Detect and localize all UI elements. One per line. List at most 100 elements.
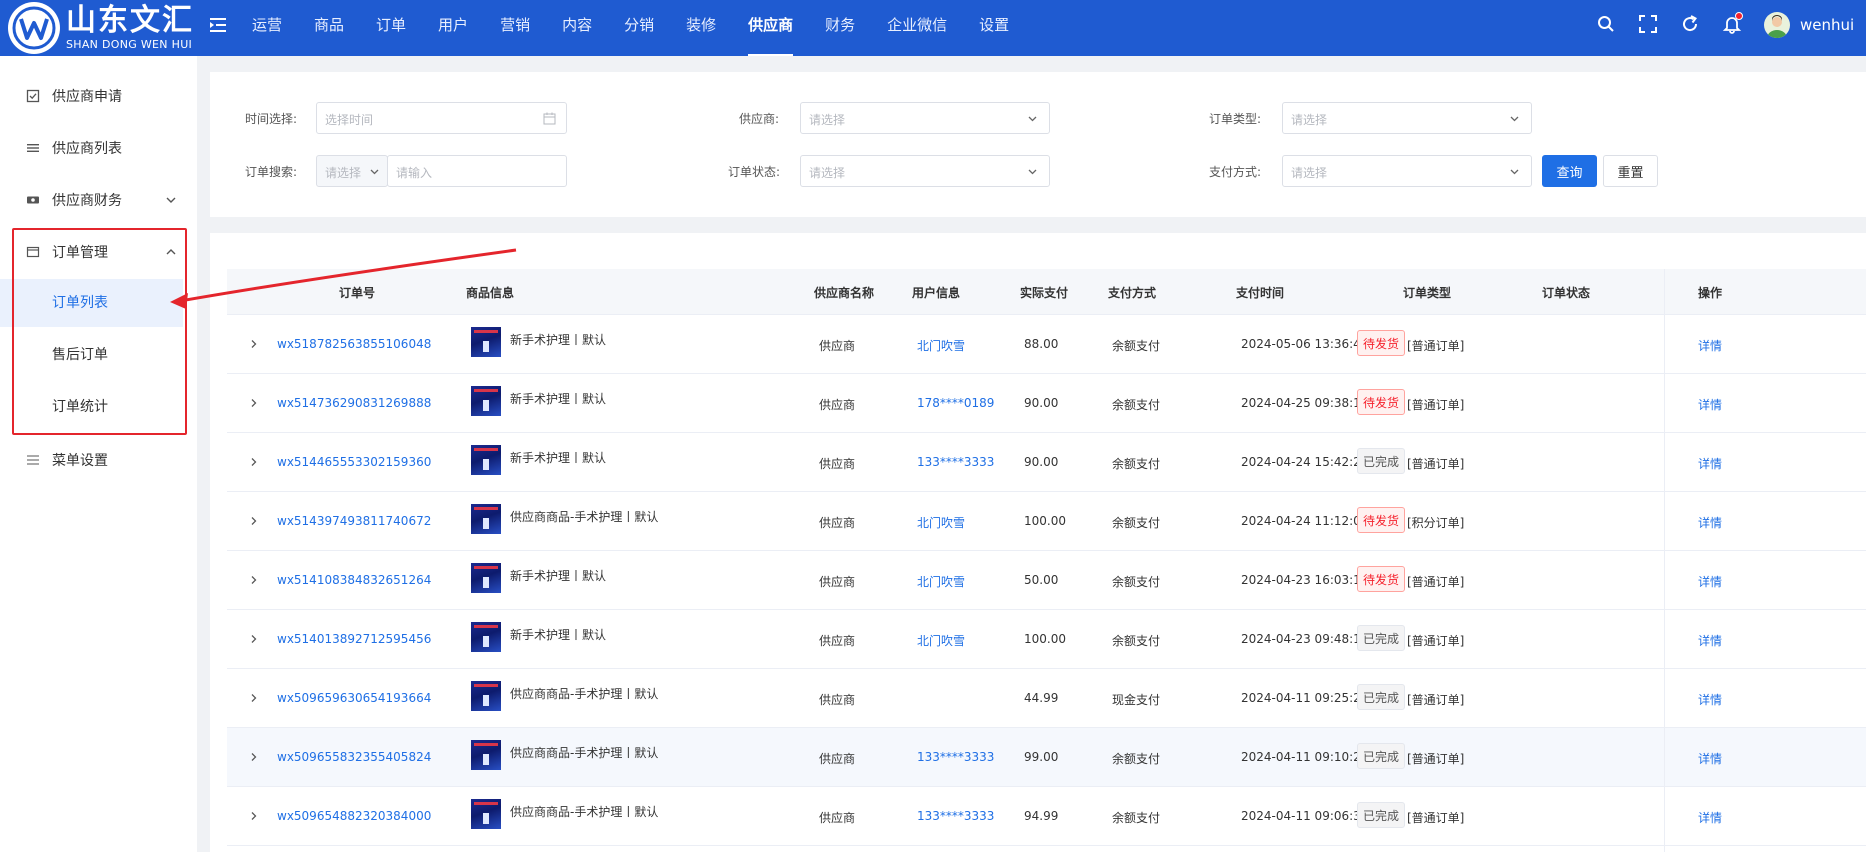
- order-number-link[interactable]: wx518782563855106048: [277, 337, 431, 351]
- user-info-link[interactable]: 北门吹雪: [917, 573, 965, 590]
- search-icon[interactable]: [1596, 14, 1616, 34]
- user-info-link[interactable]: 133****3333: [917, 750, 994, 764]
- col-operation: 操作: [1698, 286, 1723, 300]
- sidebar-item-supplier-apply[interactable]: 供应商申请: [0, 76, 197, 116]
- user-info-link[interactable]: 133****3333: [917, 809, 994, 823]
- topnav-item[interactable]: 商品: [298, 0, 360, 56]
- user-info-link[interactable]: 133****3333: [917, 455, 994, 469]
- topnav-item[interactable]: 供应商: [732, 0, 809, 56]
- table-row[interactable]: wx514465553302159360 新手术护理丨默认 供应商 133****33…: [227, 433, 1866, 492]
- expand-row-icon[interactable]: [249, 516, 259, 526]
- order-number-link[interactable]: wx514108384832651264: [277, 573, 431, 587]
- reset-button[interactable]: 重置: [1603, 155, 1658, 187]
- user-info-link[interactable]: 北门吹雪: [917, 337, 965, 354]
- table-row[interactable]: wx509655832355405824 供应商商品-手术护理丨默认 供应商 133*…: [227, 728, 1866, 787]
- order-type: [积分订单]: [1407, 516, 1465, 530]
- table-row[interactable]: wx514013892712595456 新手术护理丨默认 供应商 北门吹雪 100.0…: [227, 610, 1866, 669]
- expand-row-icon[interactable]: [249, 811, 259, 821]
- sidebar-sub-order-list[interactable]: 订单列表: [0, 279, 183, 327]
- search-field-select[interactable]: 请选择: [316, 155, 388, 187]
- notification-bell-icon[interactable]: [1722, 12, 1743, 34]
- order-type-select[interactable]: 请选择: [1282, 102, 1532, 134]
- order-status-select[interactable]: 请选择: [800, 155, 1050, 187]
- username[interactable]: wenhui: [1800, 16, 1854, 34]
- product-name: 新手术护理丨默认: [510, 333, 607, 347]
- topnav-item[interactable]: 装修: [670, 0, 732, 56]
- paid-amount: 44.99: [1024, 691, 1059, 705]
- order-number-link[interactable]: wx514397493811740672: [277, 514, 431, 528]
- sidebar-item-menu-settings[interactable]: 菜单设置: [0, 440, 197, 480]
- detail-link[interactable]: 详情: [1698, 632, 1722, 649]
- supplier-select[interactable]: 请选择: [800, 102, 1050, 134]
- supplier-name: 供应商: [819, 693, 856, 707]
- col-product: 商品信息: [466, 286, 515, 300]
- user-info-link[interactable]: 178****0189: [917, 396, 994, 410]
- topnav-item[interactable]: 订单: [360, 0, 422, 56]
- expand-row-icon[interactable]: [249, 398, 259, 408]
- user-info-link[interactable]: 北门吹雪: [917, 514, 965, 531]
- time-picker[interactable]: 选择时间: [316, 102, 567, 134]
- detail-link[interactable]: 详情: [1698, 691, 1722, 708]
- order-number-link[interactable]: wx509659630654193664: [277, 691, 431, 705]
- query-button[interactable]: 查询: [1542, 155, 1597, 187]
- supplier-name: 供应商: [819, 752, 856, 766]
- topnav-item[interactable]: 内容: [546, 0, 608, 56]
- topnav-item[interactable]: 财务: [809, 0, 871, 56]
- order-search-input[interactable]: 请输入: [387, 155, 567, 187]
- user-info-link[interactable]: 北门吹雪: [917, 632, 965, 649]
- topnav-item[interactable]: 运营: [236, 0, 298, 56]
- table-row[interactable]: wx518782563855106048 新手术护理丨默认 供应商 北门吹雪 88.00…: [227, 315, 1866, 374]
- brand-logo[interactable]: 山东文汇 SHAN DONG WEN HUI: [8, 2, 194, 54]
- order-type: [普通订单]: [1407, 457, 1465, 471]
- status-badge: 待发货: [1357, 507, 1405, 533]
- expand-row-icon[interactable]: [249, 575, 259, 585]
- topnav-item[interactable]: 营销: [484, 0, 546, 56]
- topnav-item[interactable]: 用户: [422, 0, 484, 56]
- table-row[interactable]: wx514736290831269888 新手术护理丨默认 供应商 178****01…: [227, 374, 1866, 433]
- pay-time: 2024-04-11 09:25:25: [1241, 691, 1369, 705]
- sidebar-item-supplier-finance[interactable]: 供应商财务: [0, 180, 197, 220]
- detail-link[interactable]: 详情: [1698, 396, 1722, 413]
- sidebar-sub-after-sales[interactable]: 售后订单: [0, 331, 183, 379]
- top-header: 山东文汇 SHAN DONG WEN HUI 运营 商品 订单 用户 营销 内容 分销 装修供…: [0, 0, 1866, 56]
- refresh-icon[interactable]: [1680, 14, 1700, 34]
- order-number-link[interactable]: wx514465553302159360: [277, 455, 431, 469]
- detail-link[interactable]: 详情: [1698, 455, 1722, 472]
- topnav-item[interactable]: 设置: [963, 0, 1025, 56]
- topnav-item[interactable]: 企业微信: [871, 0, 963, 56]
- status-badge: 已完成: [1357, 448, 1405, 474]
- order-number-link[interactable]: wx509655832355405824: [277, 750, 431, 764]
- chevron-down-icon: [370, 169, 379, 175]
- pay-method-filter-label: 支付方式:: [1209, 165, 1262, 179]
- sidebar-item-supplier-list[interactable]: 供应商列表: [0, 128, 197, 168]
- status-badge: 已完成: [1357, 743, 1405, 769]
- table-row[interactable]: wx509654882320384000 供应商商品-手术护理丨默认 供应商 133*…: [227, 787, 1866, 846]
- sidebar-item-order-management[interactable]: 订单管理: [0, 232, 197, 272]
- detail-link[interactable]: 详情: [1698, 573, 1722, 590]
- user-avatar[interactable]: [1764, 12, 1790, 38]
- detail-link[interactable]: 详情: [1698, 750, 1722, 767]
- expand-row-icon[interactable]: [249, 693, 259, 703]
- order-number-link[interactable]: wx514013892712595456: [277, 632, 431, 646]
- detail-link[interactable]: 详情: [1698, 337, 1722, 354]
- product-thumbnail: [471, 563, 501, 593]
- pay-time: 2024-05-06 13:36:44: [1241, 337, 1369, 351]
- table-row[interactable]: wx514397493811740672 供应商商品-手术护理丨默认 供应商 北门吹雪…: [227, 492, 1866, 551]
- table-row[interactable]: wx514108384832651264 新手术护理丨默认 供应商 北门吹雪 50.00…: [227, 551, 1866, 610]
- expand-row-icon[interactable]: [249, 752, 259, 762]
- expand-row-icon[interactable]: [249, 457, 259, 467]
- detail-link[interactable]: 详情: [1698, 809, 1722, 826]
- order-number-link[interactable]: wx514736290831269888: [277, 396, 431, 410]
- topnav-item[interactable]: 分销: [608, 0, 670, 56]
- fullscreen-icon[interactable]: [1638, 14, 1658, 34]
- order-number-link[interactable]: wx509654882320384000: [277, 809, 431, 823]
- table-row[interactable]: wx509659630654193664 供应商商品-手术护理丨默认 供应商 44.9…: [227, 669, 1866, 728]
- order-type: [普通订单]: [1407, 693, 1465, 707]
- window-icon: [26, 246, 40, 258]
- expand-row-icon[interactable]: [249, 339, 259, 349]
- sidebar-sub-order-stats[interactable]: 订单统计: [0, 383, 183, 431]
- pay-method-select[interactable]: 请选择: [1282, 155, 1532, 187]
- detail-link[interactable]: 详情: [1698, 514, 1722, 531]
- menu-fold-icon[interactable]: [209, 16, 227, 34]
- expand-row-icon[interactable]: [249, 634, 259, 644]
